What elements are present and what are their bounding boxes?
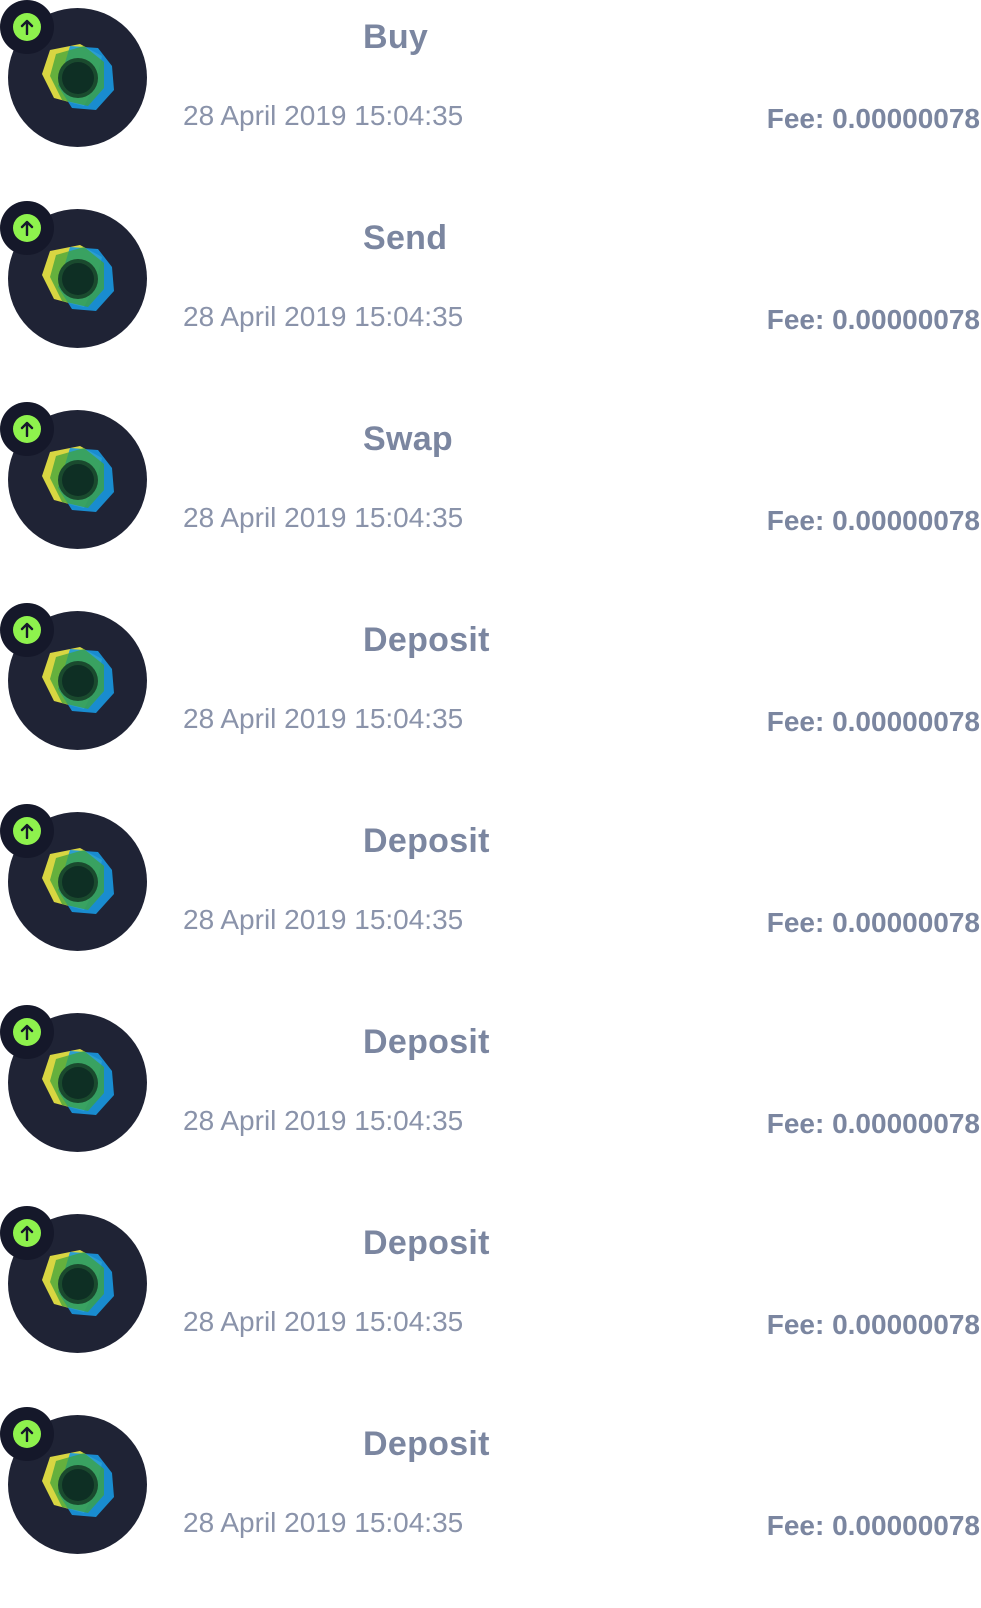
- transaction-date: 28 April 2019 15:04:35: [183, 1306, 464, 1337]
- transaction-row[interactable]: Deposit 28 April 2019 15:04:35 Fee: 0.00…: [0, 804, 981, 1005]
- arrow-up-icon: [0, 1005, 54, 1059]
- transaction-row[interactable]: Deposit 28 April 2019 15:04:35 Fee: 0.00…: [0, 1005, 981, 1206]
- transaction-date: 28 April 2019 15:04:35: [183, 703, 464, 734]
- arrow-up-icon: [0, 1407, 54, 1461]
- transaction-row[interactable]: Send 28 April 2019 15:04:35 Fee: 0.00000…: [0, 201, 981, 402]
- transaction-type: Send: [363, 219, 448, 257]
- transaction-date: 28 April 2019 15:04:35: [183, 100, 464, 131]
- arrow-up-icon: [0, 0, 54, 54]
- transaction-fee: Fee: 0.00000078: [766, 1510, 980, 1541]
- transaction-fee: Fee: 0.00000078: [766, 907, 980, 938]
- transaction-type: Deposit: [363, 1023, 490, 1061]
- transaction-row[interactable]: Deposit 28 April 2019 15:04:35 Fee: 0.00…: [0, 1407, 981, 1608]
- transaction-list: Buy 28 April 2019 15:04:35 Fee: 0.000000…: [0, 0, 981, 1554]
- arrow-up-icon: [0, 402, 54, 456]
- arrow-up-icon: [0, 1206, 54, 1260]
- transaction-type: Buy: [363, 18, 429, 56]
- transaction-row[interactable]: Swap 28 April 2019 15:04:35 Fee: 0.00000…: [0, 402, 981, 603]
- transaction-fee: Fee: 0.00000078: [766, 505, 980, 536]
- transaction-row[interactable]: Deposit 28 April 2019 15:04:35 Fee: 0.00…: [0, 1206, 981, 1407]
- transaction-date: 28 April 2019 15:04:35: [183, 904, 464, 935]
- transaction-date: 28 April 2019 15:04:35: [183, 301, 464, 332]
- arrow-up-icon: [0, 201, 54, 255]
- transaction-type: Deposit: [363, 1224, 490, 1262]
- transaction-type: Swap: [363, 420, 454, 458]
- transaction-fee: Fee: 0.00000078: [766, 1309, 980, 1340]
- transaction-date: 28 April 2019 15:04:35: [183, 1105, 464, 1136]
- transaction-type: Deposit: [363, 621, 490, 659]
- transaction-fee: Fee: 0.00000078: [766, 103, 980, 134]
- transaction-fee: Fee: 0.00000078: [766, 304, 980, 335]
- transaction-date: 28 April 2019 15:04:35: [183, 502, 464, 533]
- transaction-fee: Fee: 0.00000078: [766, 1108, 980, 1139]
- transaction-type: Deposit: [363, 822, 490, 860]
- transaction-fee: Fee: 0.00000078: [766, 706, 980, 737]
- transaction-date: 28 April 2019 15:04:35: [183, 1507, 464, 1538]
- transaction-row[interactable]: Deposit 28 April 2019 15:04:35 Fee: 0.00…: [0, 603, 981, 804]
- arrow-up-icon: [0, 603, 54, 657]
- transaction-row[interactable]: Buy 28 April 2019 15:04:35 Fee: 0.000000…: [0, 0, 981, 201]
- arrow-up-icon: [0, 804, 54, 858]
- transaction-type: Deposit: [363, 1425, 490, 1463]
